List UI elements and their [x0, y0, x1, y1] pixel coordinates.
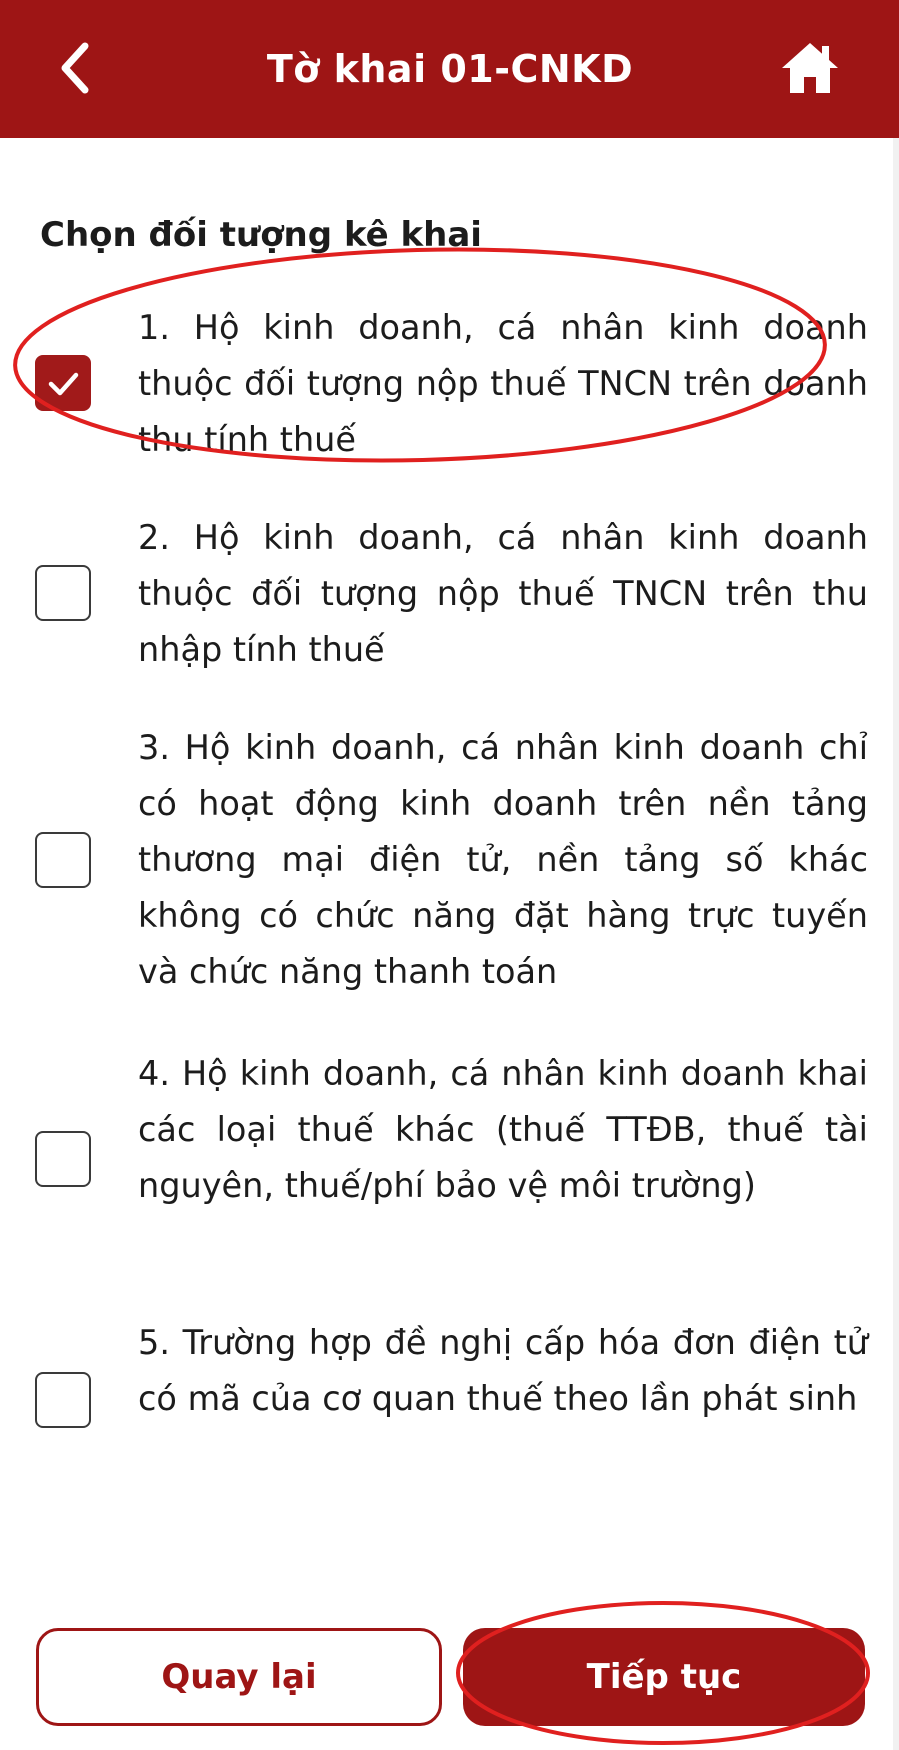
option-1-checkbox[interactable] [35, 355, 91, 411]
option-4-checkbox[interactable] [35, 1131, 91, 1187]
option-5-checkbox[interactable] [35, 1372, 91, 1428]
home-icon [782, 42, 838, 93]
option-5-label: 5. Trường hợp đề nghị cấp hóa đơn điện t… [138, 1323, 868, 1418]
check-icon [48, 372, 79, 396]
option-2-checkbox[interactable] [35, 565, 91, 621]
option-4-label: 4. Hộ kinh doanh, cá nhân kinh doanh kha… [138, 1054, 868, 1205]
continue-button[interactable]: Tiếp tục [463, 1628, 865, 1726]
option-3-label: 3. Hộ kinh doanh, cá nhân kinh doanh chỉ… [138, 728, 868, 991]
app-header: Tờ khai 01-CNKD [0, 0, 899, 138]
home-button[interactable] [770, 30, 850, 105]
back-button[interactable] [40, 30, 110, 105]
section-title: Chọn đối tượng kê khai [40, 215, 482, 255]
option-2-label: 2. Hộ kinh doanh, cá nhân kinh doanh thu… [138, 518, 868, 669]
chevron-left-icon [61, 42, 89, 93]
scroll-edge [893, 138, 899, 1750]
back-button-bottom[interactable]: Quay lại [36, 1628, 442, 1726]
option-1-label: 1. Hộ kinh doanh, cá nhân kinh doanh thu… [138, 308, 868, 459]
page-title: Tờ khai 01-CNKD [266, 47, 634, 91]
option-3-checkbox[interactable] [35, 832, 91, 888]
